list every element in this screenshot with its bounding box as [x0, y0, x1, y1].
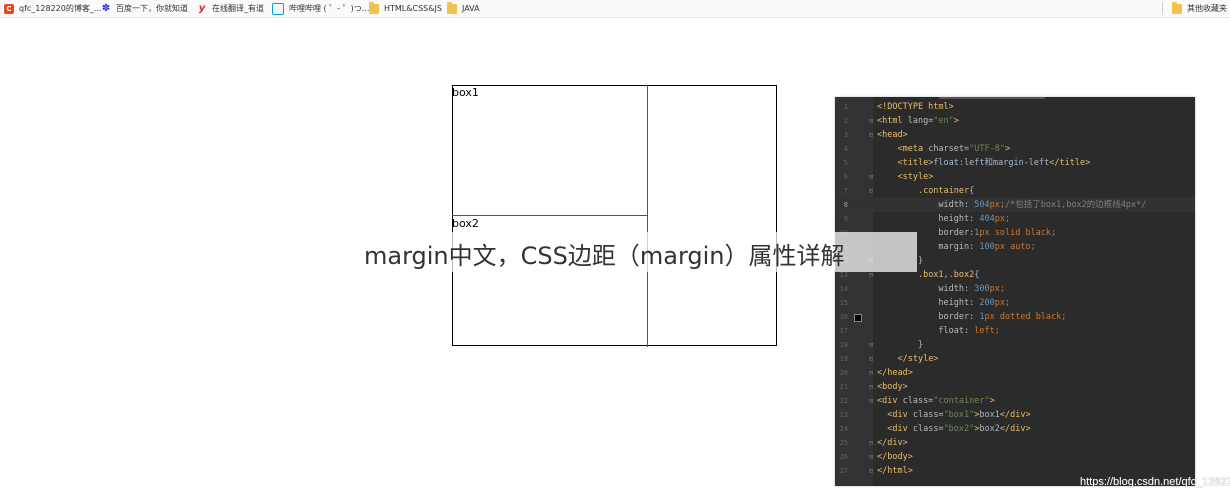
bookmark-folder-html-css-js[interactable]: HTML&CSS&JS — [369, 2, 442, 15]
color-swatch-icon — [854, 314, 862, 322]
caption-text: margin中文，CSS边距（margin）属性详解 — [364, 242, 845, 270]
code-line: 25 ⊟ </div> — [839, 438, 908, 448]
bookmark-baidu[interactable]: ✽ 百度一下，你就知道 — [101, 2, 188, 15]
code-line: 4 <meta charset="UTF-8"> — [843, 144, 1011, 154]
bookmarks-separator — [1162, 2, 1163, 15]
bookmark-label: HTML&CSS&JS — [384, 4, 442, 13]
code-line: 6 ⊟ <style> — [843, 172, 934, 182]
bookmark-folder-other[interactable]: 其他收藏夹 — [1172, 2, 1227, 15]
code-line-current: 8 width: 504px;/*包括了box1,box2的边框线4px*/ — [835, 198, 1195, 212]
editor-tab-indicator — [939, 97, 1045, 99]
bookmark-csdn[interactable]: C qfc_128220的博客_... — [4, 2, 101, 15]
code-line: 9 height: 404px; — [843, 214, 1011, 224]
bookmark-label: 在线翻译_有道 — [212, 4, 264, 13]
bookmark-label: qfc_128220的博客_... — [19, 4, 102, 13]
code-line: 21 ⊟ <body> — [839, 382, 908, 392]
code-line: 24 <div class="box2">box2</div> — [839, 424, 1031, 434]
watermark: https://blog.csdn.net/qfc_128220 — [1080, 476, 1230, 488]
code-line: 5 <title>float:left和margin-left</title> — [843, 158, 1091, 168]
bookmark-label: 哔哩哔哩 ( ゜- ゜)つ... — [289, 4, 370, 13]
bookmark-youdao[interactable]: y 在线翻译_有道 — [197, 2, 264, 15]
article-caption: margin中文，CSS边距（margin）属性详解 — [358, 232, 917, 272]
code-line: 2 ⊟ <html lang="en"> — [843, 116, 959, 126]
code-line: 23 <div class="box1">box1</div> — [839, 410, 1031, 420]
baidu-paw-icon: ✽ — [101, 2, 111, 14]
code-line: 1 <!DOCTYPE html> — [843, 102, 954, 112]
code-line: 3 ⊟ <head> — [843, 130, 908, 140]
csdn-icon: C — [4, 3, 14, 14]
code-line: 26 ⊟ </body> — [839, 452, 913, 462]
code-editor: 1 <!DOCTYPE html> 2 ⊟ <html lang="en"> 3 ⊟ <h… — [835, 97, 1195, 486]
folder-icon — [369, 2, 379, 14]
code-line: 20 ⊟ </head> — [839, 368, 913, 378]
bookmarks-bar: C qfc_128220的博客_... ✽ 百度一下，你就知道 y 在线翻译_有… — [0, 0, 1230, 18]
code-line: 17 float: left; — [839, 326, 1000, 336]
bookmark-folder-java[interactable]: JAVA — [447, 2, 480, 15]
container-box: box1 box2 — [452, 85, 777, 347]
bookmark-label: 百度一下，你就知道 — [116, 4, 188, 13]
box1: box1 — [452, 85, 648, 216]
code-line: 15 height: 200px; — [839, 298, 1011, 308]
code-line: 22 ⊟ <div class="container"> — [839, 396, 995, 406]
box1-label: box1 — [452, 86, 479, 99]
youdao-icon: y — [198, 2, 206, 14]
bookmark-bilibili[interactable]: 哔哩哔哩 ( ゜- ゜)つ... — [272, 2, 369, 15]
code-line: 7 ⊟ .container{ — [843, 186, 975, 196]
code-line: 16 border: 1px dotted black; — [839, 312, 1067, 322]
code-line: 19 ⊟ </style> — [839, 354, 939, 364]
code-line: 18 ⊟ } — [839, 340, 924, 350]
bookmark-label: 其他收藏夹 — [1187, 4, 1227, 13]
folder-icon — [447, 2, 457, 14]
folder-icon — [1172, 2, 1182, 14]
bilibili-icon — [272, 2, 284, 15]
bookmark-label: JAVA — [462, 4, 480, 13]
box2-label: box2 — [452, 217, 479, 230]
code-line: 14 width: 300px; — [839, 284, 1005, 294]
